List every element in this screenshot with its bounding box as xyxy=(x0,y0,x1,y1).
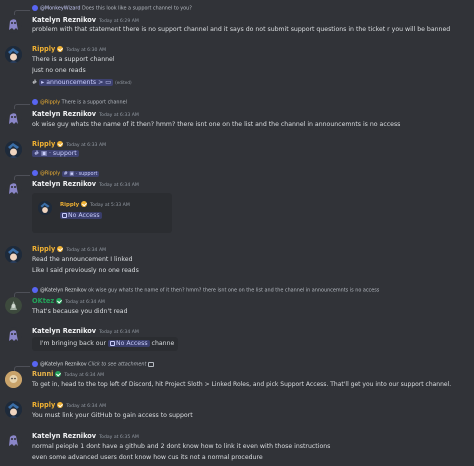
reply-avatar xyxy=(32,5,38,11)
reply-avatar xyxy=(32,361,38,367)
lock-icon xyxy=(62,212,67,218)
verified-badge-icon xyxy=(57,141,64,147)
reply-author[interactable]: @Katelyn Reznikov xyxy=(40,362,87,368)
message-timestamp: Today at 6:33 AM xyxy=(66,143,107,148)
message-timestamp: Today at 6:29 AM xyxy=(99,19,139,24)
reply-text[interactable]: Click to see attachment xyxy=(88,362,146,368)
verified-badge-icon xyxy=(55,371,62,377)
avatar[interactable] xyxy=(5,180,22,197)
avatar[interactable] xyxy=(5,432,22,449)
message-author[interactable]: Katelyn Reznikov xyxy=(32,110,96,118)
hash-icon: # xyxy=(32,79,38,86)
embed-avatar xyxy=(38,201,52,215)
message-author[interactable]: Katelyn Reznikov xyxy=(32,327,96,335)
reply-text: There is a support channel xyxy=(61,99,127,106)
reply-text: Does this look like a support channel to… xyxy=(82,5,192,12)
message-timestamp: Today at 6:34 AM xyxy=(99,330,139,335)
message-timestamp: Today at 6:34 AM xyxy=(99,183,139,188)
verified-badge-icon xyxy=(56,298,63,304)
reply-connector xyxy=(14,104,30,109)
embed-header: Ripply Today at 5:33 AM xyxy=(60,201,130,209)
reply-preview[interactable]: @MonkeyWizard Does this look like a supp… xyxy=(32,5,470,12)
reply-text: ok wise guy whats the name of it then? h… xyxy=(88,287,380,294)
reply-preview[interactable]: @Ripply There is a support channel xyxy=(32,99,470,106)
message-author[interactable]: Katelyn Reznikov xyxy=(32,180,96,188)
message-text: There is a support channel xyxy=(32,56,115,63)
reply-text-label: support xyxy=(78,170,98,177)
reply-preview[interactable]: @Katelyn Reznikov ok wise guy whats the … xyxy=(32,287,470,294)
message-text: To get in, head to the top left of Disco… xyxy=(32,381,452,388)
message-text: problem with that statement there is no … xyxy=(32,26,451,33)
avatar[interactable] xyxy=(5,297,22,314)
reply-connector xyxy=(14,366,30,371)
message-timestamp: Today at 6:35 AM xyxy=(99,435,139,440)
embed-timestamp: Today at 5:33 AM xyxy=(90,203,130,208)
message-text: even some advanced users dont know how c… xyxy=(32,454,263,461)
message-timestamp: Today at 6:33 AM xyxy=(99,113,139,118)
embed-author: Ripply xyxy=(60,202,80,208)
message-author[interactable]: Katelyn Reznikov xyxy=(32,16,96,24)
avatar[interactable] xyxy=(5,246,22,263)
chat-log: @MonkeyWizard Does this look like a supp… xyxy=(0,0,474,466)
edited-label: (edited) xyxy=(115,80,132,85)
channel-mention-label: No Access xyxy=(68,212,100,219)
avatar[interactable] xyxy=(5,371,22,388)
message-timestamp: Today at 6:34 AM xyxy=(65,300,105,305)
verified-badge-icon xyxy=(81,201,88,207)
avatar[interactable] xyxy=(5,16,22,33)
message-author[interactable]: Ripply xyxy=(32,140,55,148)
message-author[interactable]: Ripply xyxy=(32,245,55,253)
verified-badge-icon xyxy=(57,402,64,408)
message-text: Like I said previously no one reads xyxy=(32,267,139,274)
channel-mention-label: announcements > xyxy=(46,79,104,86)
message-timestamp: Today at 6:30 AM xyxy=(66,48,107,53)
avatar[interactable] xyxy=(5,46,22,63)
message-author[interactable]: Ripply xyxy=(32,401,55,409)
verified-badge-icon xyxy=(57,246,64,252)
reply-connector xyxy=(14,10,30,15)
message-text: Read the announcement I linked xyxy=(32,256,133,263)
verified-badge-icon xyxy=(57,46,64,52)
reply-avatar xyxy=(32,99,38,105)
channel-mention[interactable]: No Access xyxy=(108,340,150,347)
image-icon xyxy=(148,361,155,367)
message-text-trail: channe xyxy=(151,340,175,347)
message-text: Just no one reads xyxy=(32,67,86,74)
avatar[interactable] xyxy=(5,110,22,127)
message-author[interactable]: OKtez xyxy=(32,297,54,305)
message-author[interactable]: Ripply xyxy=(32,45,55,53)
channel-mention-label: No Access xyxy=(116,340,148,347)
reply-author[interactable]: @Ripply xyxy=(40,171,60,177)
message-timestamp: Today at 6:34 AM xyxy=(66,404,107,409)
message-text: That's because you didn't read xyxy=(32,308,128,315)
avatar[interactable] xyxy=(5,327,22,344)
channel-mention-label: support xyxy=(52,150,77,157)
avatar[interactable] xyxy=(5,141,22,158)
reply-author[interactable]: @Ripply xyxy=(40,100,60,106)
message-author[interactable]: Katelyn Reznikov xyxy=(32,432,96,440)
channel-mention[interactable]: # ▣ · support xyxy=(32,150,79,157)
reply-connector xyxy=(14,175,30,180)
channel-mention[interactable]: ▸ announcements > ▭ xyxy=(39,79,114,86)
reply-avatar xyxy=(32,170,38,176)
reply-preview[interactable]: @Ripply # ▣ · support xyxy=(32,170,470,177)
lock-icon xyxy=(110,340,115,346)
message-timestamp: Today at 6:34 AM xyxy=(64,373,105,378)
message-text: ok wise guy whats the name of it then? h… xyxy=(32,121,401,128)
channel-mention[interactable]: No Access xyxy=(60,212,102,219)
message-author[interactable]: Runni xyxy=(32,370,53,378)
reply-author[interactable]: @Katelyn Reznikov xyxy=(40,288,87,294)
message-timestamp: Today at 6:34 AM xyxy=(66,248,107,253)
avatar[interactable] xyxy=(5,401,22,418)
reply-text: # ▣ · support xyxy=(61,170,100,177)
reply-author[interactable]: @MonkeyWizard xyxy=(40,6,80,12)
message-text: I'm bringing back our xyxy=(40,340,107,347)
reply-avatar xyxy=(32,287,38,293)
message-embed[interactable]: Ripply Today at 5:33 AM No Access xyxy=(32,193,172,233)
message-text: You must link your GitHub to gain access… xyxy=(32,412,193,419)
message-text: normal peiople 1 dont have a github and … xyxy=(32,443,331,450)
reply-preview[interactable]: @Katelyn Reznikov Click to see attachmen… xyxy=(32,361,470,368)
reply-connector xyxy=(14,292,30,297)
